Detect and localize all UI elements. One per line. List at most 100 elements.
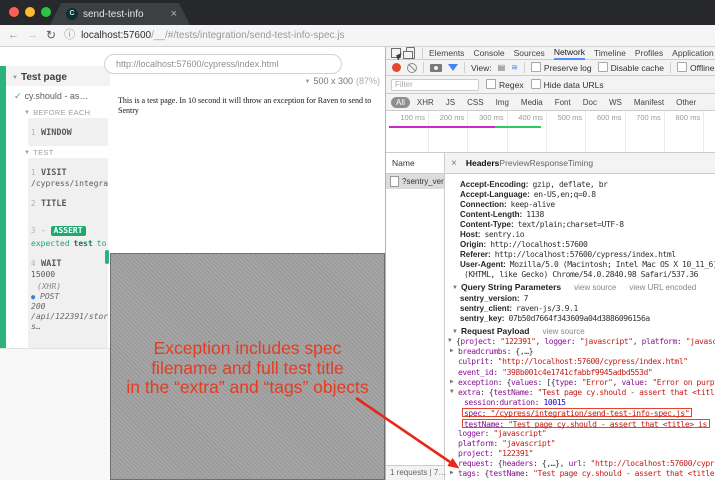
devtools-tab-application[interactable]: Application [672, 47, 714, 59]
disclosure-icon[interactable]: ▼ [452, 285, 458, 291]
command-xhr[interactable]: (XHR) ● POST 200 /api/122391/stor s… [31, 282, 105, 332]
zoom-window-button[interactable] [41, 7, 51, 17]
screenshot-icon[interactable] [430, 64, 442, 72]
filter-pill-other[interactable]: Other [671, 97, 701, 108]
forward-icon[interactable]: → [27, 30, 38, 41]
view-source-link[interactable]: view source [574, 283, 616, 292]
json-key: platform [458, 439, 493, 448]
devtools-tab-sources[interactable]: Sources [514, 47, 545, 59]
checkbox-label: Hide data URLs [544, 80, 604, 90]
filter-pill-media[interactable]: Media [516, 97, 548, 108]
payload-line[interactable]: ▼extra: {testName: "Test page cy.should … [445, 388, 715, 398]
view-url-encoded-link[interactable]: view URL encoded [629, 283, 696, 292]
detail-tab-timing[interactable]: Timing [568, 158, 593, 168]
section-before-each[interactable]: ▼BEFORE EACH [0, 107, 110, 118]
view-source-link[interactable]: view source [542, 327, 584, 336]
xhr-path: /api/122391/stor [31, 312, 105, 322]
filter-pill-manifest[interactable]: Manifest [629, 97, 669, 108]
command-visit[interactable]: 1VISIT /cypress/integra [31, 160, 105, 188]
test-page-text: This is a test page. In 10 second it wil… [118, 96, 386, 116]
sidebar-scrollbar-thumb[interactable] [105, 250, 109, 264]
disclosure-icon[interactable]: ▼ [452, 329, 458, 335]
command-name: WAIT [41, 259, 61, 269]
inspect-element-icon[interactable] [391, 48, 401, 58]
filter-pill-ws[interactable]: WS [604, 97, 627, 108]
regex-checkbox[interactable]: Regex [486, 79, 524, 90]
aut-url-field[interactable]: http://localhost:57600/cypress/index.htm… [104, 54, 342, 74]
devtools-tab-profiles[interactable]: Profiles [635, 47, 663, 59]
omnibox[interactable]: localhost:57600/__/#/tests/integration/s… [81, 30, 345, 41]
payload-line: session:duration: 10015 [445, 398, 715, 408]
test-row[interactable]: ✓cy.should - as… [6, 88, 110, 104]
command-assert[interactable]: 3- ASSERT expectedtesttoequaltest [31, 218, 105, 249]
reload-icon[interactable]: ↻ [46, 30, 56, 41]
name-column-header[interactable]: Name [386, 153, 445, 173]
devtools-tab-console[interactable]: Console [473, 47, 504, 59]
payload-line[interactable]: ▶tags: {testName: "Test page cy.should -… [445, 469, 715, 479]
clear-icon[interactable] [407, 63, 417, 73]
json-string: "javascript" [493, 429, 546, 438]
disclosure-icon[interactable]: ▶ [450, 469, 453, 476]
filter-pill-doc[interactable]: Doc [578, 97, 602, 108]
command-title[interactable]: 2TITLE [31, 191, 105, 210]
close-details-icon[interactable]: × [451, 158, 457, 169]
timeline-bar [495, 126, 541, 128]
disclosure-icon[interactable]: ▼ [450, 388, 453, 395]
hide-data-urls-checkbox[interactable]: Hide data URLs [531, 79, 604, 90]
timeline-tick: 500 ms [546, 113, 582, 122]
tab-close-icon[interactable]: × [171, 9, 177, 20]
header-value: sentry.io [484, 230, 524, 239]
devtools-tab-elements[interactable]: Elements [429, 47, 464, 59]
filter-pill-img[interactable]: Img [491, 97, 514, 108]
xhr-tag: (XHR) [31, 282, 105, 292]
filter-pill-all[interactable]: All [391, 97, 410, 108]
back-icon[interactable]: ← [8, 30, 19, 41]
filter-pill-js[interactable]: JS [441, 97, 460, 108]
param-name: sentry_key: [460, 314, 504, 323]
network-filter-input[interactable] [391, 79, 479, 91]
disclosure-icon[interactable]: ▼ [448, 337, 451, 344]
viewport-selector[interactable]: ▼500 x 300(87%) [110, 76, 380, 86]
section-test[interactable]: ▼TEST [0, 147, 110, 158]
minimize-window-button[interactable] [25, 7, 35, 17]
overview-icon[interactable]: ≋ [511, 63, 518, 72]
disclosure-icon[interactable]: ▶ [450, 378, 453, 385]
request-row[interactable]: ?sentry_vers… [386, 174, 444, 189]
devtools-tab-timeline[interactable]: Timeline [594, 47, 626, 59]
disable-cache-checkbox[interactable]: Disable cache [598, 62, 664, 73]
detail-tab-headers[interactable]: Headers [466, 158, 500, 168]
info-icon[interactable]: ⓘ [64, 30, 75, 41]
filter-pill-font[interactable]: Font [550, 97, 576, 108]
query-param-line: sentry_key:07b50d7664f343609a04d38860961… [445, 313, 715, 323]
close-window-button[interactable] [9, 7, 19, 17]
json-plain: : [529, 388, 538, 397]
payload-line[interactable]: ▶breadcrumbs: {,…} [445, 347, 715, 357]
suite-row[interactable]: ▼Test page [6, 66, 110, 86]
large-rows-icon[interactable]: ▤ [498, 63, 506, 72]
detail-tab-response[interactable]: Response [530, 158, 568, 168]
device-toolbar-icon[interactable] [406, 47, 415, 59]
browser-tab[interactable]: C send-test-info × [50, 3, 190, 25]
command-wait[interactable]: 4WAIT 15000 [31, 251, 105, 279]
disclosure-icon[interactable]: ▶ [450, 459, 453, 466]
payload-line[interactable]: ▶request: {headers: {,…}, url: "http://l… [445, 459, 715, 469]
detail-tab-preview[interactable]: Preview [499, 158, 529, 168]
json-plain: : [573, 378, 582, 387]
record-icon[interactable] [392, 63, 401, 72]
browser-tab-bar: C send-test-info × [0, 0, 715, 25]
filter-pill-css[interactable]: CSS [462, 97, 488, 108]
collapse-icon[interactable]: ▼ [12, 75, 18, 81]
preserve-log-checkbox[interactable]: Preserve log [531, 62, 592, 73]
disclosure-icon[interactable]: ▶ [450, 347, 453, 354]
json-key: session:duration [464, 398, 535, 407]
devtools-tab-network[interactable]: Network [554, 47, 585, 60]
payload-line[interactable]: ▶exception: {values: [{type: "Error", va… [445, 378, 715, 388]
filter-pill-xhr[interactable]: XHR [412, 97, 439, 108]
collapse-icon[interactable]: ▼ [24, 110, 30, 116]
offline-checkbox[interactable]: Offline [677, 62, 714, 73]
checkbox-label: Disable cache [611, 63, 664, 73]
command-window[interactable]: 1WINDOW [31, 120, 105, 139]
filter-funnel-icon[interactable] [448, 64, 458, 71]
payload-line[interactable]: ▼{project: "122391", logger: "javascript… [445, 337, 715, 347]
collapse-icon[interactable]: ▼ [24, 150, 30, 156]
